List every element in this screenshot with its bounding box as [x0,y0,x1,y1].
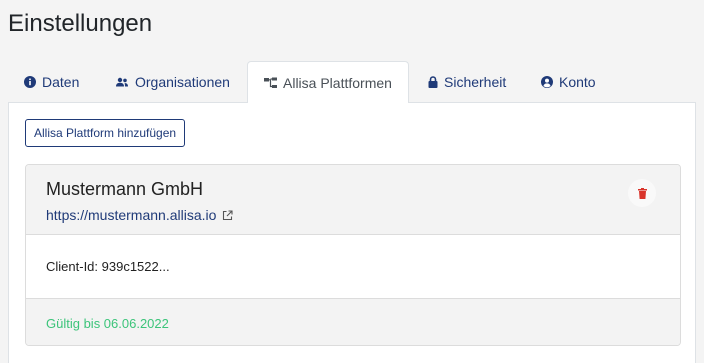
user-circle-icon [541,76,553,88]
users-icon [115,76,129,88]
info-icon [24,76,36,88]
tab-sicherheit[interactable]: Sicherheit [428,61,506,103]
tab-daten[interactable]: Daten [24,61,79,103]
add-platform-button[interactable]: Allisa Plattform hinzufügen [25,119,186,147]
trash-icon [637,187,647,199]
platform-card-body: Client-Id: 939c1522... [26,235,680,299]
platform-url-link[interactable]: https://mustermann.allisa.io [46,207,233,223]
platform-card-header: Mustermann GmbH https://mustermann.allis… [26,165,680,235]
sitemap-icon [264,77,277,89]
tab-label: Sicherheit [444,74,507,90]
platform-card-footer: Gültig bis 06.06.2022 [26,299,680,345]
tab-panel-allisa-plattformen: Allisa Plattform hinzufügen Mustermann G… [8,103,696,363]
settings-tabs: Daten Organisationen Allisa Plattformen … [8,61,696,104]
tab-label: Daten [42,74,80,90]
tab-allisa-plattformen[interactable]: Allisa Plattformen [247,61,409,104]
lock-icon [428,76,438,88]
platform-url: https://mustermann.allisa.io [46,207,217,223]
platform-card: Mustermann GmbH https://mustermann.allis… [25,164,681,346]
tab-organisationen[interactable]: Organisationen [115,61,230,103]
validity-status: Gültig bis 06.06.2022 [46,316,169,331]
delete-platform-button[interactable] [628,179,656,207]
tab-label: Organisationen [135,74,230,90]
tab-label: Allisa Plattformen [283,74,392,91]
client-id: Client-Id: 939c1522... [46,259,170,274]
external-link-icon [222,209,233,221]
tab-label: Konto [559,74,596,90]
tab-konto[interactable]: Konto [541,61,596,103]
page-title: Einstellungen [8,10,153,37]
platform-name: Mustermann GmbH [46,179,204,199]
